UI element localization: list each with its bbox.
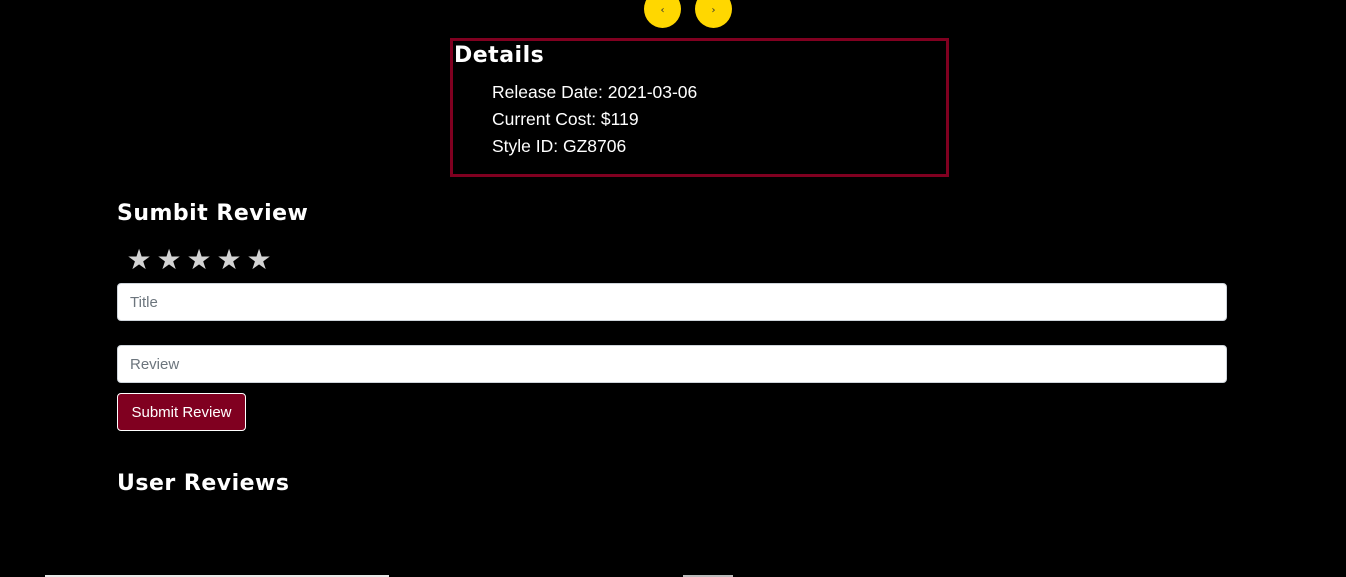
star-rating: ★ ★ ★ ★ ★ xyxy=(124,244,274,276)
carousel-prev-button[interactable]: ‹ xyxy=(644,0,681,28)
star-icon[interactable]: ★ xyxy=(154,244,184,276)
submit-review-button[interactable]: Submit Review xyxy=(117,393,246,431)
submit-review-heading: Sumbit Review xyxy=(117,201,309,226)
details-title: Details xyxy=(454,43,545,68)
details-panel: Details Release Date: 2021-03-06 Current… xyxy=(450,38,949,177)
release-date: Release Date: 2021-03-06 xyxy=(492,82,698,102)
chevron-right-icon: › xyxy=(711,5,716,16)
style-id: Style ID: GZ8706 xyxy=(492,136,627,156)
chevron-left-icon: ‹ xyxy=(660,5,665,16)
star-icon[interactable]: ★ xyxy=(244,244,274,276)
user-reviews-heading: User Reviews xyxy=(117,471,290,496)
carousel-next-button[interactable]: › xyxy=(695,0,732,28)
review-body-input[interactable] xyxy=(117,345,1227,383)
star-icon[interactable]: ★ xyxy=(184,244,214,276)
star-icon[interactable]: ★ xyxy=(214,244,244,276)
details-list: Release Date: 2021-03-06 Current Cost: $… xyxy=(492,79,697,160)
review-title-input[interactable] xyxy=(117,283,1227,321)
star-icon[interactable]: ★ xyxy=(124,244,154,276)
current-cost: Current Cost: $119 xyxy=(492,109,639,129)
